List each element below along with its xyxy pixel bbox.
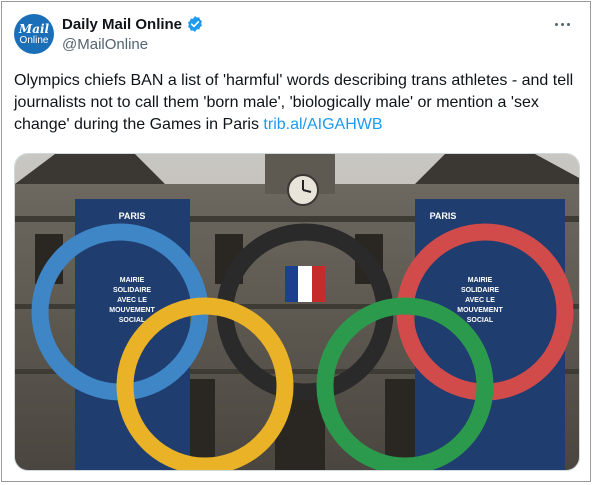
left-banner-line2: SOLIDAIRE bbox=[113, 287, 151, 294]
right-banner-title: PARIS bbox=[430, 211, 457, 221]
avatar[interactable]: Mail Online bbox=[14, 14, 54, 54]
display-name[interactable]: Daily Mail Online bbox=[62, 16, 182, 33]
author-name-row: Daily Mail Online bbox=[62, 15, 204, 33]
tweet-media-image[interactable]: PARIS MAIRIE SOLIDAIRE AVEC LE MOUVEMENT… bbox=[14, 153, 580, 471]
tweet-card: Mail Online Daily Mail Online @MailOnlin… bbox=[1, 1, 591, 482]
right-banner-line1: MAIRIE bbox=[468, 277, 493, 284]
verified-badge-icon bbox=[188, 16, 203, 32]
tweet-link[interactable]: trib.al/AIGAHWB bbox=[263, 116, 382, 133]
handle[interactable]: @MailOnline bbox=[62, 36, 148, 53]
right-banner-line3: AVEC LE bbox=[465, 297, 495, 304]
right-banner-line2: SOLIDAIRE bbox=[461, 287, 499, 294]
left-banner-line5: SOCIAL bbox=[119, 317, 146, 324]
right-banner-line4: MOUVEMENT bbox=[457, 307, 503, 314]
tweet-text: Olympics chiefs BAN a list of 'harmful' … bbox=[14, 70, 582, 136]
olympic-rings-photo: PARIS MAIRIE SOLIDAIRE AVEC LE MOUVEMENT… bbox=[15, 154, 579, 470]
left-banner-line3: AVEC LE bbox=[117, 297, 147, 304]
avatar-logo-line2: Online bbox=[19, 34, 49, 46]
left-banner-title: PARIS bbox=[119, 211, 146, 221]
more-options-icon[interactable] bbox=[552, 16, 572, 32]
avatar-logo-line1: Mail bbox=[18, 21, 50, 36]
left-banner-line1: MAIRIE bbox=[120, 277, 145, 284]
left-banner-line4: MOUVEMENT bbox=[109, 307, 155, 314]
right-banner-line5: SOCIAL bbox=[467, 317, 494, 324]
